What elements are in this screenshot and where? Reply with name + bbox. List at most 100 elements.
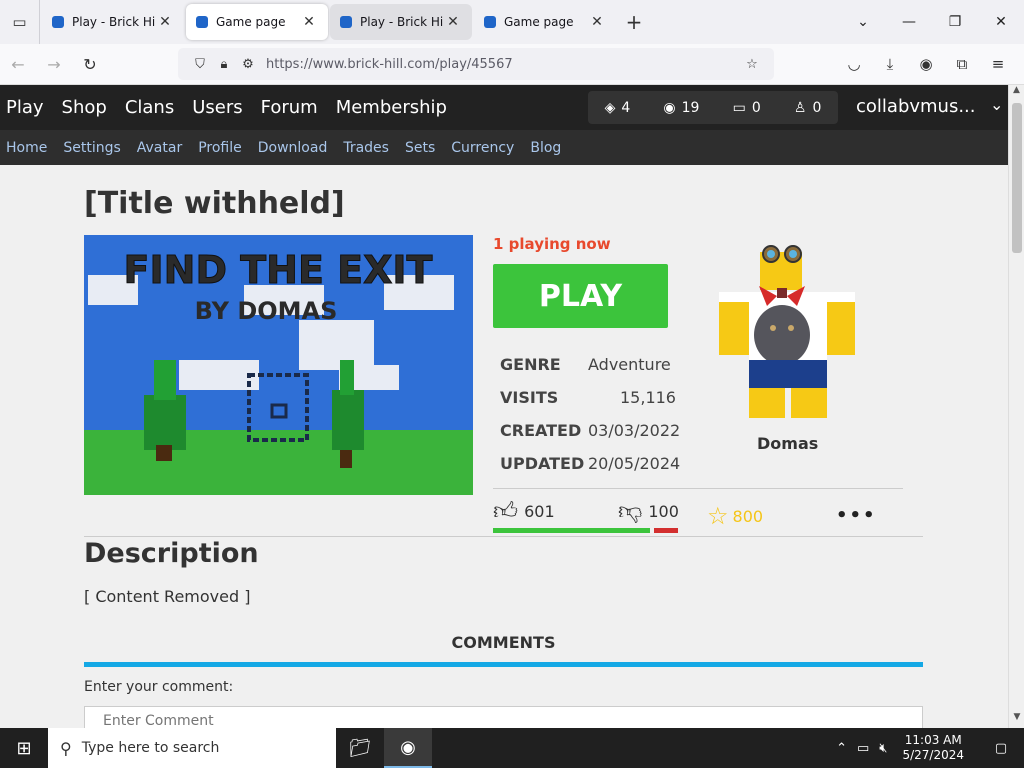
subnav-sets[interactable]: Sets	[405, 140, 435, 156]
favorite-count: 800	[732, 506, 764, 526]
forward-arrow-icon[interactable]: →	[36, 55, 72, 74]
info-key: CREATED	[500, 421, 582, 440]
tab-close-icon[interactable]: ✕	[588, 14, 606, 30]
downloads-icon[interactable]: ⤓	[872, 55, 908, 73]
browser-tab-active[interactable]: Game page ✕	[186, 4, 328, 40]
firefox-icon[interactable]: ◉	[384, 728, 432, 768]
chevron-down-icon[interactable]: ⌄	[990, 95, 1003, 114]
tab-title: Play - Brick Hill	[72, 15, 156, 29]
description-heading: Description	[84, 538, 259, 569]
volume-muted-icon[interactable]: 🔇︎	[879, 741, 887, 756]
nav-membership[interactable]: Membership	[336, 97, 447, 118]
play-button[interactable]: PLAY	[493, 264, 668, 328]
url-text[interactable]: https://www.brick-hill.com/play/45567	[266, 57, 740, 72]
tab-close-icon[interactable]: ✕	[156, 14, 174, 30]
minimize-button[interactable]: —	[886, 0, 932, 44]
account-icon[interactable]: ◉	[908, 55, 944, 73]
reload-icon[interactable]: ↻	[72, 55, 108, 74]
close-window-button[interactable]: ✕	[978, 0, 1024, 44]
windows-taskbar: ⊞ ⚲ Type here to search 📁︎ ◉ ⌃ ▭ 🔇︎ 11:0…	[0, 728, 1024, 768]
subnav-profile[interactable]: Profile	[198, 140, 242, 156]
windows-start-icon[interactable]: ⊞	[0, 738, 48, 759]
downvote-ratio-bar	[654, 528, 678, 533]
upvote-ratio-bar	[493, 528, 650, 533]
tab-close-icon[interactable]: ✕	[300, 14, 318, 30]
upvote-button[interactable]: 👍︎ 601	[493, 497, 555, 526]
page-scrollbar[interactable]: ▲ ▼	[1008, 85, 1024, 728]
info-visits: VISITS 15,116	[500, 388, 676, 407]
subnav-currency[interactable]: Currency	[451, 140, 514, 156]
browser-nav-bar: ← → ↻ ⛉ 🔒︎ ⚙ https://www.brick-hill.com/…	[0, 44, 1024, 85]
bits-stat[interactable]: ◈ 4	[605, 100, 631, 116]
browser-tab[interactable]: Game page ✕	[474, 4, 616, 40]
notifications-icon[interactable]: ▢	[983, 741, 1019, 756]
permissions-icon[interactable]: ⚙	[236, 57, 260, 72]
tray-overflow-icon[interactable]: ⌃	[836, 741, 847, 756]
tab-title: Play - Brick Hill	[360, 15, 444, 29]
subnav-download[interactable]: Download	[258, 140, 328, 156]
subnav-settings[interactable]: Settings	[63, 140, 120, 156]
subnav-blog[interactable]: Blog	[530, 140, 561, 156]
game-thumbnail: FIND THE EXIT BY DOMAS	[84, 235, 473, 495]
browser-tab[interactable]: Play - Brick Hill ✕	[42, 4, 184, 40]
downvote-count: 100	[648, 502, 679, 521]
nav-forum[interactable]: Forum	[261, 97, 318, 118]
messages-stat[interactable]: ▭ 0	[733, 100, 761, 116]
tab-close-icon[interactable]: ✕	[444, 14, 462, 30]
username[interactable]: collabvmus...	[856, 96, 976, 117]
scroll-up-icon[interactable]: ▲	[1009, 85, 1024, 101]
creator-name[interactable]: Domas	[757, 434, 818, 453]
lock-icon[interactable]: 🔒︎	[212, 57, 236, 72]
info-value: Adventure	[588, 355, 671, 374]
brick-hill-favicon-icon	[196, 16, 208, 28]
taskbar-clock[interactable]: 11:03 AM 5/27/2024	[902, 733, 964, 763]
site-sub-nav: Home Settings Avatar Profile Download Tr…	[0, 130, 1008, 165]
bucks-stat[interactable]: ◉ 19	[663, 100, 699, 116]
file-explorer-icon[interactable]: 📁︎	[336, 728, 384, 768]
subnav-home[interactable]: Home	[6, 140, 47, 156]
info-created: CREATED 03/03/2022	[500, 421, 680, 440]
clock-time: 11:03 AM	[904, 733, 962, 747]
bookmark-star-icon[interactable]: ☆	[740, 57, 764, 72]
subnav-avatar[interactable]: Avatar	[137, 140, 182, 156]
upvote-count: 601	[524, 502, 555, 521]
comments-tab-indicator	[84, 662, 923, 667]
bits-icon: ◈	[604, 99, 616, 116]
taskbar-search[interactable]: ⚲ Type here to search	[48, 728, 336, 768]
brick-hill-favicon-icon	[484, 16, 496, 28]
search-icon: ⚲	[60, 738, 72, 758]
favorite-button[interactable]: ☆ 800	[707, 502, 763, 530]
shield-icon[interactable]: ⛉	[188, 57, 212, 72]
site-main-nav: Play Shop Clans Users Forum Membership ◈…	[0, 85, 1008, 130]
thumbs-down-icon: 👎︎	[618, 497, 643, 525]
tab-list-button[interactable]: ▭	[0, 0, 40, 44]
browser-tab-bar: ▭ Play - Brick Hill ✕ Game page ✕ Play -…	[0, 0, 1024, 44]
address-bar[interactable]: ⛉ 🔒︎ ⚙ https://www.brick-hill.com/play/4…	[178, 48, 774, 80]
restore-button[interactable]: ❐	[932, 0, 978, 44]
comments-tab[interactable]: COMMENTS	[84, 633, 923, 652]
friends-stat[interactable]: ♙ 0	[794, 100, 821, 116]
browser-tab[interactable]: Play - Brick Hill ✕	[330, 4, 472, 40]
back-arrow-icon[interactable]: ←	[0, 55, 36, 74]
menu-icon[interactable]: ≡	[980, 55, 1016, 73]
scrollbar-thumb[interactable]	[1012, 103, 1022, 253]
downvote-button[interactable]: 👎︎ 100	[618, 497, 679, 526]
info-updated: UPDATED 20/05/2024	[500, 454, 680, 473]
info-key: VISITS	[500, 388, 559, 407]
nav-clans[interactable]: Clans	[125, 97, 174, 118]
pocket-icon[interactable]: ◡	[836, 55, 872, 73]
extensions-icon[interactable]: ⧉	[944, 55, 980, 73]
subnav-trades[interactable]: Trades	[343, 140, 389, 156]
creator-avatar[interactable]	[715, 240, 860, 420]
tab-overflow-chevron-icon[interactable]: ⌄	[840, 0, 886, 44]
network-icon[interactable]: ▭	[857, 741, 869, 756]
info-key: GENRE	[500, 355, 561, 374]
scroll-down-icon[interactable]: ▼	[1009, 712, 1024, 728]
nav-play[interactable]: Play	[6, 97, 44, 118]
new-tab-button[interactable]: +	[616, 10, 652, 34]
nav-users[interactable]: Users	[192, 97, 242, 118]
more-options-icon[interactable]: •••	[836, 505, 877, 526]
rating-divider	[493, 488, 903, 489]
game-title: [Title withheld]	[84, 186, 345, 221]
nav-shop[interactable]: Shop	[62, 97, 107, 118]
